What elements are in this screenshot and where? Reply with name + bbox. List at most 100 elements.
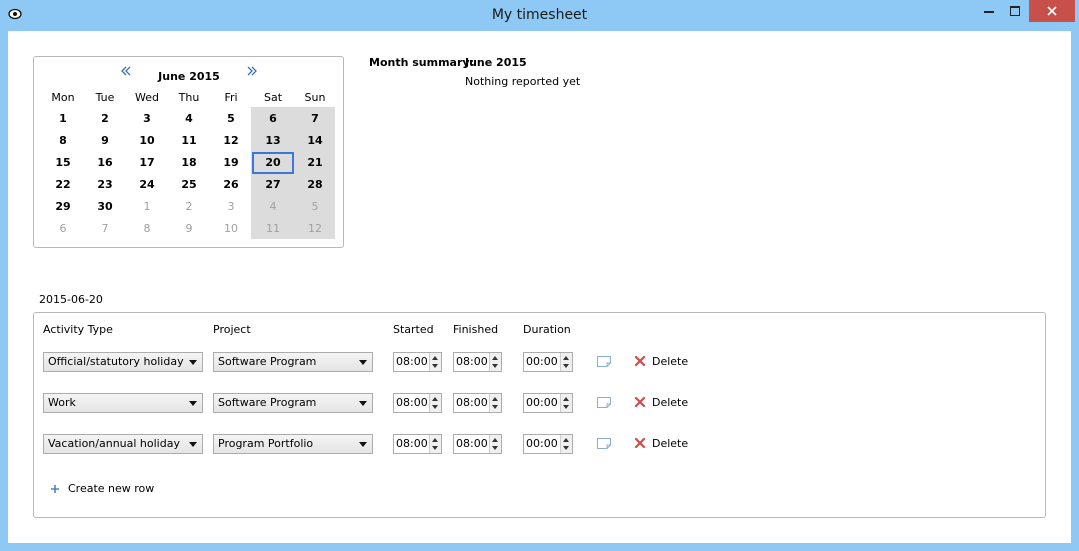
calendar-day[interactable]: 13 [252,130,294,152]
started-time-input[interactable]: 08:00 [393,352,442,372]
spin-arrows-icon[interactable] [489,353,501,371]
maximize-button[interactable] [1004,0,1026,22]
calendar-day-next-month[interactable]: 12 [294,218,336,240]
calendar-day[interactable]: 30 [84,196,126,218]
activity-type-select[interactable]: Official/statutory holiday [43,352,203,372]
calendar-day[interactable]: 18 [168,152,210,174]
maximize-icon [1010,6,1020,16]
calendar-day[interactable]: 26 [210,174,252,196]
calendar-day[interactable]: 19 [210,152,252,174]
calendar-day[interactable]: 21 [294,152,336,174]
calendar-day[interactable]: 7 [294,108,336,130]
column-header-activity: Activity Type [43,323,113,336]
calendar-day[interactable]: 9 [84,130,126,152]
calendar-day[interactable]: 23 [84,174,126,196]
calendar-day[interactable]: 27 [252,174,294,196]
calendar-day[interactable]: 1 [42,108,84,130]
calendar-day[interactable]: 5 [210,108,252,130]
project-select[interactable]: Software Program [213,393,373,413]
activity-type-select[interactable]: Vacation/annual holiday [43,434,203,454]
table-row: Work Software Program 08:00 08:00 00:00 [34,393,1044,415]
calendar-day-next-month[interactable]: 5 [294,196,336,218]
spin-arrows-icon[interactable] [429,435,441,453]
spin-arrows-icon[interactable] [560,435,572,453]
delete-icon[interactable] [634,396,646,408]
calendar-day[interactable]: 22 [42,174,84,196]
calendar-day-next-month[interactable]: 2 [168,196,210,218]
create-new-row-button[interactable]: Create new row [50,482,154,495]
duration-input[interactable]: 00:00 [523,393,573,413]
delete-button[interactable]: Delete [652,396,688,409]
project-value: Software Program [218,355,317,368]
started-time-input[interactable]: 08:00 [393,434,442,454]
activity-type-value: Vacation/annual holiday [48,437,180,450]
calendar-day[interactable]: 8 [42,130,84,152]
calendar-day[interactable]: 2 [84,108,126,130]
calendar-day[interactable]: 29 [42,196,84,218]
duration-input[interactable]: 00:00 [523,434,573,454]
calendar-day[interactable]: 11 [168,130,210,152]
calendar-day-next-month[interactable]: 3 [210,196,252,218]
project-select[interactable]: Software Program [213,352,373,372]
calendar-day-next-month[interactable]: 6 [42,218,84,240]
delete-button[interactable]: Delete [652,355,688,368]
table-row: Official/statutory holiday Software Prog… [34,352,1044,374]
selected-date-label: 2015-06-20 [39,293,103,306]
project-select[interactable]: Program Portfolio [213,434,373,454]
calendar-day-next-month[interactable]: 9 [168,218,210,240]
duration-value: 00:00 [526,396,558,409]
calendar-month-title[interactable]: June 2015 [134,70,244,83]
dropdown-arrow-icon [359,442,367,447]
next-month-icon[interactable] [246,65,258,77]
calendar-day-next-month[interactable]: 4 [252,196,294,218]
calendar-day-next-month[interactable]: 11 [252,218,294,240]
spin-arrows-icon[interactable] [489,435,501,453]
finished-time-input[interactable]: 08:00 [453,393,502,413]
column-header-project: Project [213,323,251,336]
calendar-day[interactable]: 6 [252,108,294,130]
calendar-day[interactable]: 24 [126,174,168,196]
activity-type-value: Work [48,396,76,409]
calendar-day[interactable]: 28 [294,174,336,196]
calendar-day[interactable]: 17 [126,152,168,174]
weekday-label: Sat [263,91,283,104]
comment-icon[interactable] [597,356,611,367]
calendar-day-selected[interactable]: 20 [252,152,294,174]
weekday-label: Wed [135,91,159,104]
close-button[interactable] [1029,0,1075,22]
comment-icon[interactable] [597,397,611,408]
finished-time-input[interactable]: 08:00 [453,434,502,454]
calendar-day[interactable]: 4 [168,108,210,130]
calendar-day-next-month[interactable]: 1 [126,196,168,218]
previous-month-icon[interactable] [120,65,132,77]
spin-arrows-icon[interactable] [560,353,572,371]
activity-type-select[interactable]: Work [43,393,203,413]
dropdown-arrow-icon [359,360,367,365]
calendar-day[interactable]: 15 [42,152,84,174]
started-time-input[interactable]: 08:00 [393,393,442,413]
spin-arrows-icon[interactable] [429,353,441,371]
delete-icon[interactable] [634,437,646,449]
calendar-day-next-month[interactable]: 7 [84,218,126,240]
main-panel: June 2015 Mon Tue Wed Thu Fri Sat Sun 1 … [8,31,1071,543]
finished-time-value: 08:00 [456,396,488,409]
calendar-day[interactable]: 14 [294,130,336,152]
spin-arrows-icon[interactable] [429,394,441,412]
comment-icon[interactable] [597,438,611,449]
finished-time-input[interactable]: 08:00 [453,352,502,372]
calendar-day-next-month[interactable]: 10 [210,218,252,240]
spin-arrows-icon[interactable] [489,394,501,412]
weekday-label: Tue [95,91,115,104]
calendar-day[interactable]: 3 [126,108,168,130]
calendar-day-next-month[interactable]: 8 [126,218,168,240]
minimize-button[interactable] [978,0,1000,22]
column-header-duration: Duration [523,323,571,336]
duration-input[interactable]: 00:00 [523,352,573,372]
calendar-day[interactable]: 10 [126,130,168,152]
delete-button[interactable]: Delete [652,437,688,450]
calendar-day[interactable]: 16 [84,152,126,174]
calendar-day[interactable]: 25 [168,174,210,196]
spin-arrows-icon[interactable] [560,394,572,412]
delete-icon[interactable] [634,355,646,367]
calendar-day[interactable]: 12 [210,130,252,152]
